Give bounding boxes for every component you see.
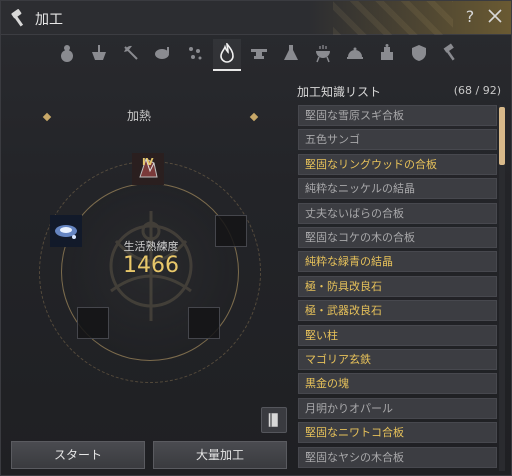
decor-diamond-right bbox=[249, 112, 259, 122]
tab-heating[interactable] bbox=[213, 39, 241, 71]
cloche-icon bbox=[347, 47, 363, 59]
material-slot-bottom-right[interactable] bbox=[188, 307, 220, 339]
flask-icon bbox=[284, 45, 298, 60]
list-item[interactable]: 堅固な雪原スギ合板 bbox=[298, 105, 497, 126]
material-slot-right[interactable] bbox=[215, 215, 247, 247]
heating-label: 加熱 bbox=[127, 109, 152, 123]
decor-diamond-left bbox=[42, 112, 52, 122]
list-item[interactable]: 堅い柱 bbox=[298, 324, 497, 346]
list-item[interactable]: 堅固なリングウッドの合板 bbox=[298, 153, 497, 175]
fire-icon bbox=[220, 43, 234, 63]
title-bar: 加工 ? bbox=[1, 1, 511, 35]
mass-processing-button[interactable]: 大量加工 bbox=[153, 441, 287, 469]
title-bar-decoration bbox=[333, 1, 453, 35]
tab-meat[interactable] bbox=[149, 39, 177, 69]
list-item[interactable]: マゴリア玄鉄 bbox=[298, 349, 497, 370]
tab-mortar[interactable] bbox=[85, 39, 113, 69]
knowledge-list-title: 加工知識リスト bbox=[297, 85, 382, 99]
scrollbar-thumb[interactable] bbox=[499, 107, 505, 165]
tab-sparkle[interactable] bbox=[181, 39, 209, 69]
close-icon[interactable] bbox=[487, 8, 503, 24]
material-slot-top[interactable]: IV bbox=[132, 153, 164, 185]
knowledge-book-button[interactable] bbox=[261, 407, 287, 433]
shield-icon bbox=[412, 45, 426, 61]
tab-hammer[interactable] bbox=[437, 39, 465, 69]
knowledge-list: 堅固な雪原スギ合板 五色サンゴ 堅固なリングウッドの合板 純粋なニッケルの結晶 丈夫ない… bbox=[298, 105, 497, 473]
processing-window: 加工 ? 加熱 生活熟練度 1466 IV スタート 大量加工 加工知識リスト … bbox=[0, 0, 512, 476]
gourd-icon bbox=[61, 45, 73, 62]
grill-icon bbox=[316, 45, 330, 63]
list-item[interactable]: 堅固なヤシの木合板 bbox=[298, 446, 497, 468]
material-slot-bottom-left[interactable] bbox=[77, 307, 109, 339]
list-item[interactable]: 丈夫ないばらの合板 bbox=[298, 202, 497, 224]
list-item[interactable]: 黒金の塊 bbox=[298, 373, 497, 395]
tab-flask[interactable] bbox=[277, 39, 305, 69]
tab-anvil[interactable] bbox=[245, 39, 273, 69]
tab-shield[interactable] bbox=[405, 39, 433, 69]
list-item[interactable]: 堅固なニワトコ合板 bbox=[298, 422, 497, 444]
anvil-icon bbox=[251, 49, 267, 59]
tab-cloche[interactable] bbox=[341, 39, 369, 69]
life-mastery-value: 1466 bbox=[123, 253, 179, 278]
category-tabs bbox=[53, 39, 463, 71]
enhance-level-badge: IV bbox=[142, 157, 154, 168]
list-item[interactable]: 極・防具改良石 bbox=[298, 275, 497, 297]
tab-cake[interactable] bbox=[373, 39, 401, 69]
tab-axe[interactable] bbox=[117, 39, 145, 69]
list-item[interactable]: 五色サンゴ bbox=[298, 129, 497, 151]
hammer-icon bbox=[443, 43, 455, 61]
cake-icon bbox=[381, 44, 393, 60]
crystal-item-icon bbox=[50, 215, 82, 247]
knowledge-count: (68 / 92) bbox=[453, 84, 501, 97]
mortar-icon bbox=[92, 45, 106, 60]
tab-gourd[interactable] bbox=[53, 39, 81, 69]
list-item[interactable]: 純粋な緑青の結晶 bbox=[298, 251, 497, 273]
material-slot-left[interactable] bbox=[50, 215, 82, 247]
list-item[interactable]: 極・武器改良石 bbox=[298, 300, 497, 322]
list-item[interactable]: 堅固なコケの木の合板 bbox=[298, 227, 497, 248]
help-button[interactable]: ? bbox=[462, 7, 478, 26]
axe-icon bbox=[124, 45, 138, 60]
list-item[interactable]: 月明かりオパール bbox=[298, 397, 497, 419]
tab-grill[interactable] bbox=[309, 39, 337, 69]
window-title: 加工 bbox=[35, 12, 63, 28]
start-button[interactable]: スタート bbox=[11, 441, 145, 469]
hammer-icon bbox=[11, 9, 24, 27]
life-mastery-label: 生活熟練度 bbox=[123, 240, 179, 253]
list-item[interactable]: 純粋なニッケルの結晶 bbox=[298, 178, 497, 200]
book-icon bbox=[268, 413, 278, 427]
sparkle-icon bbox=[189, 47, 202, 60]
meat-icon bbox=[155, 47, 169, 59]
